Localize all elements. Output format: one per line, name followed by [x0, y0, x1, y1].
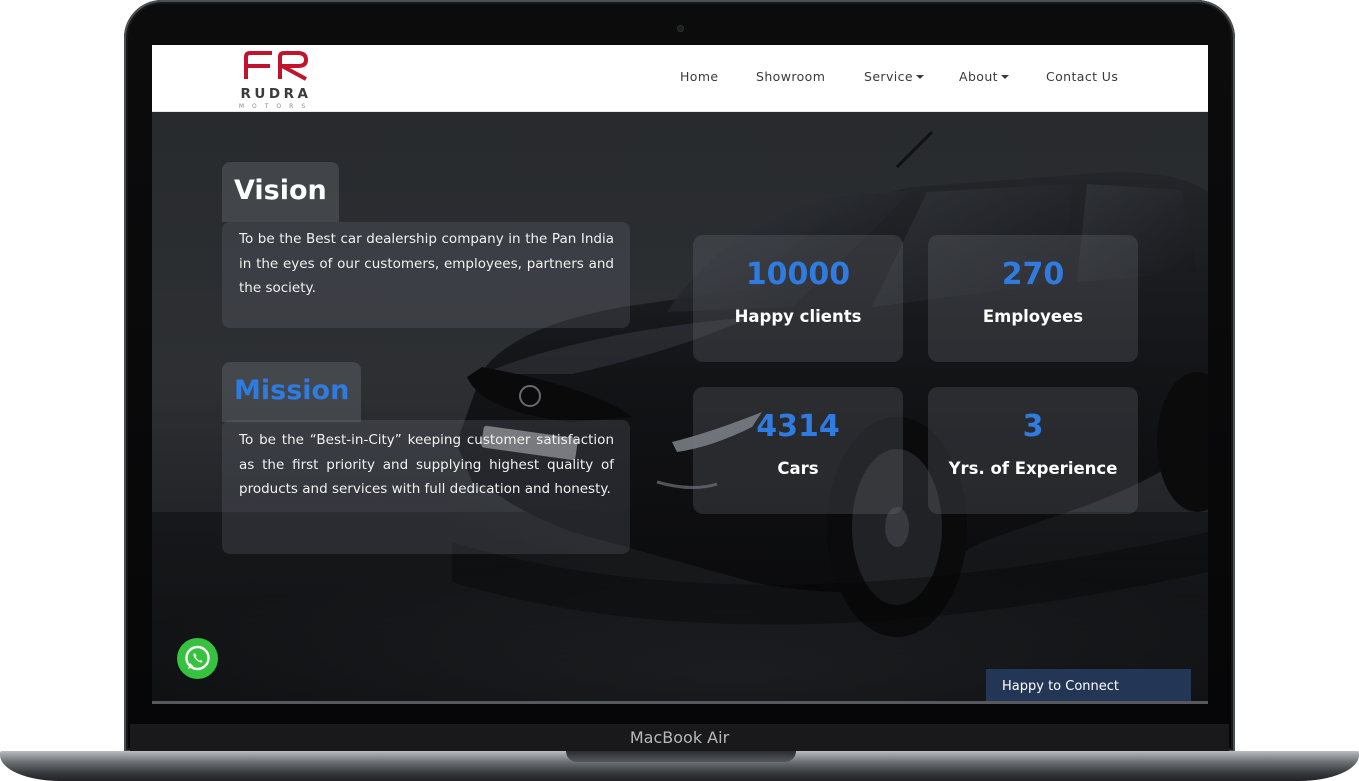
vision-text: To be the Best car dealership company in…	[239, 231, 614, 297]
nav-item-label: Contact Us	[1046, 69, 1119, 84]
stat-label: Cars	[777, 459, 819, 478]
nav-item-showroom[interactable]: Showroom	[756, 69, 825, 84]
nav-item-label: Showroom	[756, 69, 826, 84]
stat-card-happy-clients: 10000 Happy clients	[693, 235, 903, 362]
stat-card-cars: 4314 Cars	[693, 387, 903, 514]
happy-to-connect-button[interactable]: Happy to Connect	[986, 669, 1191, 704]
nav-item-contact[interactable]: Contact Us	[1046, 69, 1118, 84]
brand-subname: MOTORS	[238, 103, 314, 110]
stat-value: 10000	[745, 257, 851, 292]
camera-icon	[677, 25, 684, 32]
whatsapp-icon	[185, 645, 210, 671]
vision-title: Vision	[222, 162, 339, 222]
stat-label: Employees	[982, 307, 1084, 326]
nav-item-label: Home	[680, 69, 719, 84]
stat-label: Yrs. of Experience	[948, 459, 1118, 478]
caret-down-icon	[916, 75, 924, 79]
stat-value: 4314	[756, 409, 840, 444]
stat-card-employees: 270 Employees	[928, 235, 1138, 362]
nav-item-about[interactable]: About	[959, 69, 1009, 84]
nav-item-label: About	[959, 69, 998, 84]
whatsapp-button[interactable]	[177, 638, 218, 679]
caret-down-icon	[1000, 75, 1009, 79]
stat-label: Happy clients	[734, 307, 862, 326]
mission-text: To be the “Best-in-City” keeping custome…	[239, 432, 614, 498]
nav-item-home[interactable]: Home	[680, 69, 719, 84]
stat-card-experience: 3 Yrs. of Experience	[928, 387, 1138, 514]
laptop-notch	[566, 751, 796, 762]
hero-section: Vision To be the Best car dealership com…	[152, 112, 1208, 704]
stat-value: 270	[1001, 257, 1065, 292]
stat-value: 3	[1022, 409, 1044, 444]
nav-item-label: Service	[864, 69, 913, 84]
laptop-screen: RUDRA MOTORS Home Showroom Service About…	[152, 45, 1208, 704]
mission-card: To be the “Best-in-City” keeping custome…	[222, 420, 630, 554]
vision-card: To be the Best car dealership company in…	[222, 222, 630, 328]
nav-item-service[interactable]: Service	[864, 69, 924, 84]
laptop-model-label: MacBook Air	[629, 728, 730, 747]
nav-menu: Home Showroom Service About Contact Us	[152, 69, 1208, 89]
site-navbar: RUDRA MOTORS Home Showroom Service About…	[152, 45, 1208, 112]
screen-bottom-edge	[152, 701, 1208, 704]
mission-title: Mission	[222, 362, 361, 422]
